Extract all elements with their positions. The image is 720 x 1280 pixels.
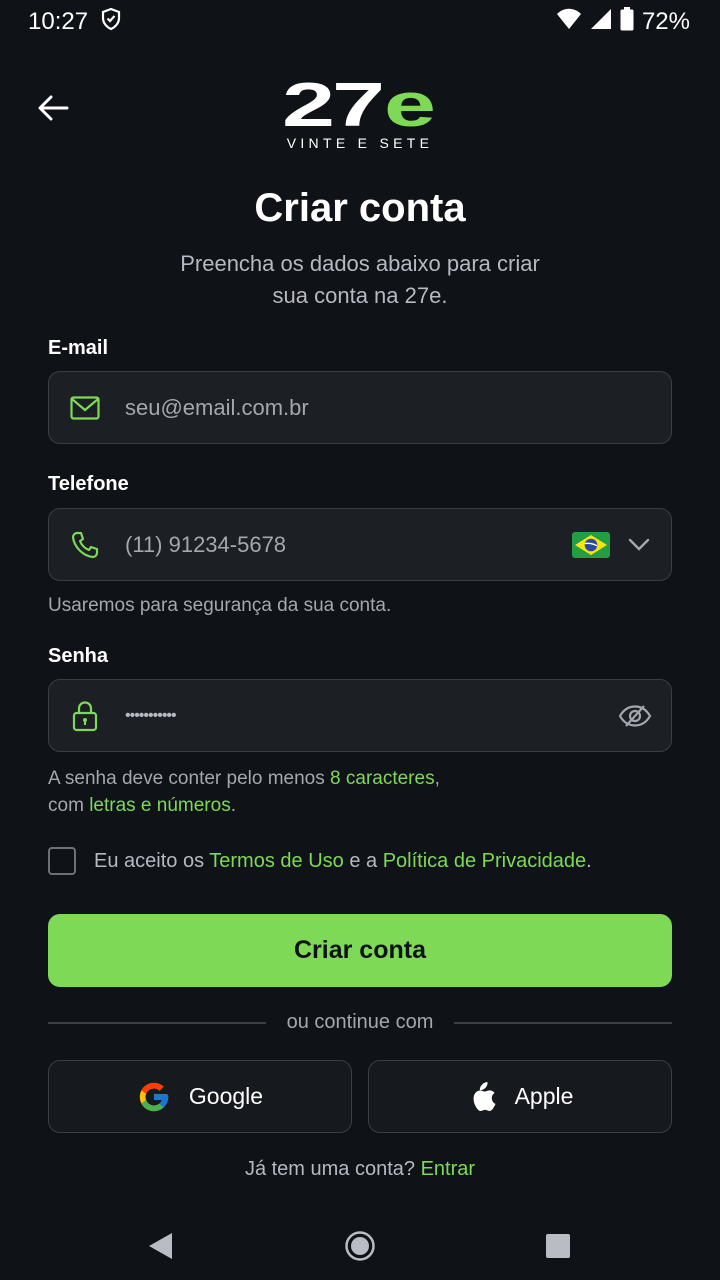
login-prompt: Já tem uma conta? Entrar bbox=[0, 1158, 720, 1181]
password-field-container[interactable] bbox=[48, 679, 672, 752]
phone-label: Telefone bbox=[48, 473, 129, 495]
chevron-down-icon[interactable] bbox=[627, 530, 651, 560]
svg-text:e: e bbox=[384, 80, 436, 140]
arrow-left-icon bbox=[38, 95, 69, 121]
terms-text: Eu aceito os Termos de Uso e a Política … bbox=[94, 848, 592, 874]
terms-of-use-link[interactable]: Termos de Uso bbox=[209, 850, 344, 872]
password-hint-charset: letras e números bbox=[89, 795, 231, 816]
page-title: Criar conta bbox=[254, 186, 466, 230]
divider-text: ou continue com bbox=[286, 1011, 434, 1033]
email-label: E-mail bbox=[48, 337, 109, 359]
phone-hint: Usaremos para segurança da sua conta. bbox=[48, 595, 392, 616]
system-navigation-bar bbox=[0, 1210, 720, 1280]
phone-icon bbox=[69, 529, 101, 561]
divider-right bbox=[454, 1022, 672, 1024]
email-input[interactable] bbox=[125, 372, 565, 443]
brand-tagline: VINTE E SETE bbox=[286, 135, 434, 151]
status-bar: 10:27 72% bbox=[0, 0, 720, 44]
terms-suffix: . bbox=[586, 850, 592, 872]
wifi-icon bbox=[556, 8, 582, 37]
nav-home-icon[interactable] bbox=[342, 1228, 378, 1264]
terms-middle: e a bbox=[343, 850, 383, 872]
password-hint-text-2: com bbox=[48, 795, 90, 816]
password-hint-punct: , bbox=[434, 768, 440, 789]
apple-icon bbox=[473, 1081, 496, 1111]
email-field-container[interactable] bbox=[48, 371, 672, 444]
google-button[interactable]: Google bbox=[48, 1060, 352, 1133]
divider-left bbox=[48, 1022, 266, 1024]
terms-checkbox[interactable] bbox=[48, 847, 76, 875]
eye-off-icon[interactable] bbox=[617, 700, 653, 732]
password-hint-text: A senha deve conter pelo menos bbox=[48, 768, 331, 789]
apple-label: Apple bbox=[514, 1083, 574, 1109]
phone-field-container[interactable] bbox=[48, 508, 672, 581]
login-question: Já tem uma conta? bbox=[244, 1158, 421, 1180]
password-label: Senha bbox=[48, 645, 109, 667]
phone-input[interactable] bbox=[125, 509, 565, 580]
nav-recents-icon[interactable] bbox=[540, 1228, 576, 1264]
brazil-flag-icon[interactable] bbox=[572, 532, 610, 558]
terms-prefix: Eu aceito os bbox=[94, 850, 210, 872]
password-input[interactable] bbox=[125, 680, 565, 751]
page-subtitle: Preencha os dados abaixo para criar sua … bbox=[180, 251, 540, 308]
shield-icon bbox=[100, 7, 122, 38]
battery-icon bbox=[620, 6, 634, 38]
google-label: Google bbox=[188, 1083, 264, 1109]
create-account-button[interactable]: Criar conta bbox=[48, 914, 672, 987]
google-icon bbox=[139, 1082, 169, 1111]
password-hint: A senha deve conter pelo menos 8 caracte… bbox=[48, 765, 440, 819]
login-link[interactable]: Entrar bbox=[421, 1158, 475, 1180]
password-hint-punct-2: . bbox=[230, 795, 236, 816]
privacy-policy-link[interactable]: Política de Privacidade bbox=[383, 850, 586, 872]
signal-icon bbox=[590, 8, 612, 37]
battery-percent: 72% bbox=[641, 8, 690, 35]
back-button[interactable] bbox=[32, 88, 74, 128]
apple-button[interactable]: Apple bbox=[368, 1060, 672, 1133]
mail-icon bbox=[69, 392, 101, 424]
lock-icon bbox=[69, 700, 101, 732]
password-hint-length: 8 caracteres bbox=[330, 768, 435, 789]
status-time: 10:27 bbox=[28, 8, 89, 35]
nav-back-icon[interactable] bbox=[142, 1228, 178, 1264]
svg-text:27: 27 bbox=[282, 80, 382, 140]
